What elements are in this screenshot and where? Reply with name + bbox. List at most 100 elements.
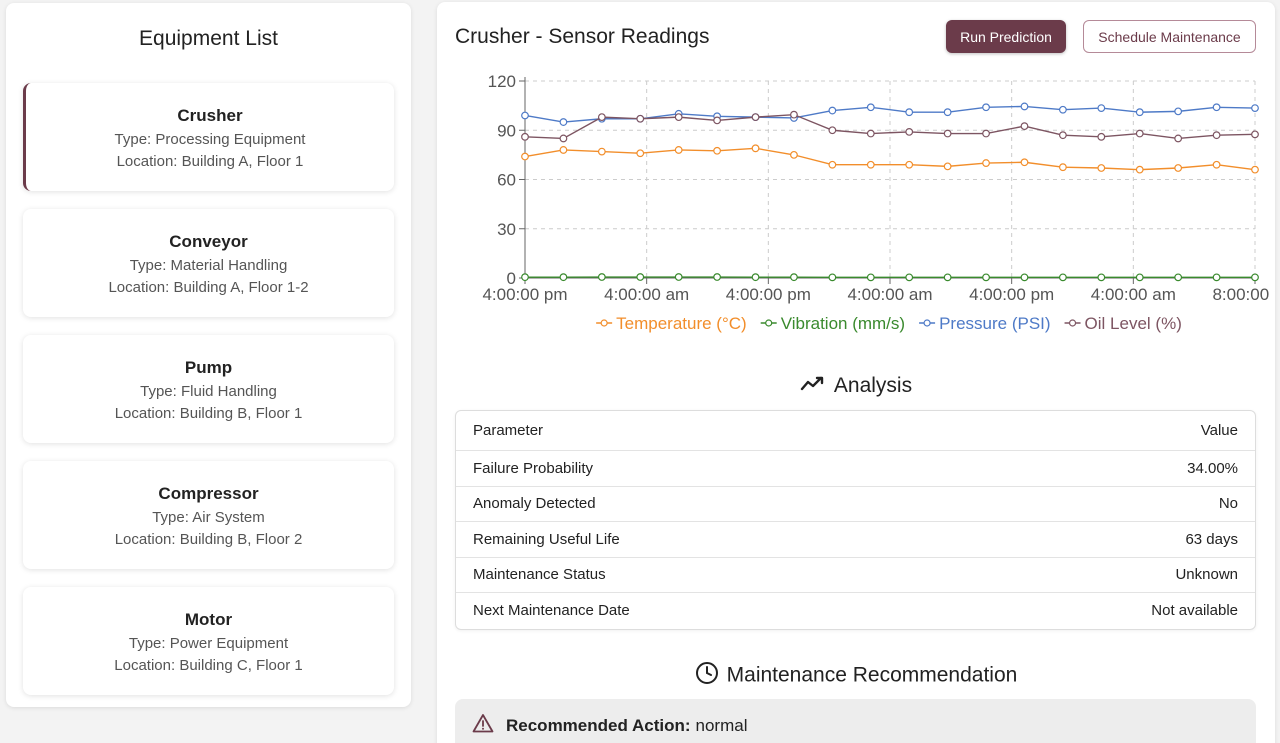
data-point (559, 146, 568, 154)
data-point (636, 273, 645, 281)
equipment-name: Motor (184, 610, 233, 629)
data-point (866, 160, 875, 169)
data-point (943, 108, 952, 117)
series-line (524, 147, 1256, 171)
data-point (828, 273, 837, 282)
equipment-card-conveyor[interactable]: Conveyor Type: Material Handling Locatio… (23, 209, 394, 317)
equipment-name: Conveyor (169, 232, 248, 251)
equipment-name: Compressor (158, 484, 259, 503)
data-point (982, 103, 990, 112)
data-point (982, 159, 990, 167)
row-value: 34.00% (1187, 459, 1238, 477)
data-point (1135, 273, 1144, 282)
data-point (982, 129, 990, 138)
clock-icon (695, 661, 719, 691)
data-point (1251, 165, 1259, 174)
analysis-table: Parameter Value Failure Probability 34.0… (455, 410, 1256, 630)
data-point (1097, 104, 1106, 112)
data-point (790, 273, 798, 282)
recommendation-box: Recommended Action: normal (455, 699, 1256, 743)
data-point (905, 160, 914, 169)
data-point (1097, 132, 1106, 141)
header-parameter: Parameter (473, 422, 544, 439)
data-point (943, 129, 952, 138)
sensor-readings-chart: 03060901204:00:00 pm 4:00:00 am 4:00:00 pm… (482, 72, 1275, 333)
data-point (559, 273, 568, 282)
data-point (1251, 104, 1259, 112)
y-tick-label: 90 (497, 121, 516, 140)
data-point (1212, 103, 1221, 112)
x-tick-label: 4:00:00 am (1091, 285, 1176, 304)
main-panel: Crusher - Sensor Readings Run Prediction… (437, 2, 1275, 743)
equipment-card-crusher[interactable]: Crusher Type: Processing Equipment Locat… (23, 83, 394, 191)
table-row: Next Maintenance Date Not available (456, 593, 1255, 629)
legend-marker (1068, 319, 1077, 327)
analysis-heading: Analysis (437, 374, 1275, 398)
data-point (1135, 165, 1144, 174)
y-tick-label: 30 (497, 220, 516, 239)
equipment-card-motor[interactable]: Motor Type: Power Equipment Location: Bu… (23, 587, 394, 695)
row-value: No (1218, 495, 1238, 513)
equipment-type: Type: Processing Equipment (114, 131, 306, 148)
data-point (521, 111, 529, 120)
recommendation-value: normal (695, 715, 748, 735)
recommendation-heading: Maintenance Recommendation (437, 661, 1275, 691)
data-point (828, 106, 837, 115)
equipment-card-pump[interactable]: Pump Type: Fluid Handling Location: Buil… (23, 335, 394, 443)
x-tick-label: 4:00:00 am (847, 285, 932, 304)
data-point (1135, 129, 1144, 138)
data-point (943, 273, 952, 282)
data-point (943, 162, 952, 171)
legend-label: Temperature (°C) (616, 314, 747, 333)
legend-label: Pressure (PSI) (939, 314, 1050, 333)
equipment-type: Type: Material Handling (129, 257, 288, 274)
equipment-list-panel: Equipment List Crusher Type: Processing … (6, 3, 411, 707)
data-point (521, 273, 529, 282)
warning-icon (472, 713, 494, 738)
x-tick-label: 4:00:00 pm (726, 285, 811, 304)
legend-label: Vibration (mm/s) (781, 314, 905, 333)
data-point (790, 110, 798, 119)
equipment-location: Location: Building B, Floor 2 (114, 531, 303, 548)
row-parameter: Remaining Useful Life (473, 530, 620, 548)
data-point (1058, 273, 1067, 282)
data-point (866, 129, 875, 138)
data-point (1174, 273, 1183, 282)
table-row: Maintenance Status Unknown (456, 558, 1255, 593)
data-point (674, 273, 683, 281)
recommendation-title: Maintenance Recommendation (726, 663, 1018, 687)
table-row: Anomaly Detected No (456, 487, 1255, 522)
data-point (559, 134, 568, 143)
data-point (1058, 163, 1067, 172)
data-point (866, 103, 875, 112)
equipment-card-compressor[interactable]: Compressor Type: Air System Location: Bu… (23, 461, 394, 569)
legend-marker (923, 319, 931, 327)
data-point (521, 152, 529, 161)
data-point (1135, 108, 1144, 117)
data-point (1212, 160, 1221, 169)
data-point (751, 113, 760, 122)
trending-icon (800, 374, 826, 398)
data-point (521, 132, 529, 141)
table-row: Remaining Useful Life 63 days (456, 522, 1255, 558)
row-parameter: Failure Probability (473, 459, 594, 477)
data-point (713, 273, 722, 281)
data-point (1174, 107, 1183, 116)
series-line (524, 113, 1256, 140)
data-point (751, 273, 760, 282)
data-point (1058, 105, 1067, 114)
data-point (1020, 122, 1029, 131)
data-point (674, 146, 683, 154)
data-point (905, 108, 914, 117)
equipment-name: Pump (184, 358, 233, 377)
data-point (1097, 164, 1106, 172)
data-point (982, 273, 990, 282)
data-point (559, 118, 568, 126)
data-point (1020, 102, 1029, 111)
x-tick-label: 4:00:00 am (604, 285, 689, 304)
data-point (636, 149, 645, 158)
equipment-type: Type: Air System (152, 509, 265, 526)
x-tick-label: 4:00:00 pm (969, 285, 1054, 304)
row-value: Unknown (1175, 566, 1238, 584)
data-point (751, 144, 760, 153)
